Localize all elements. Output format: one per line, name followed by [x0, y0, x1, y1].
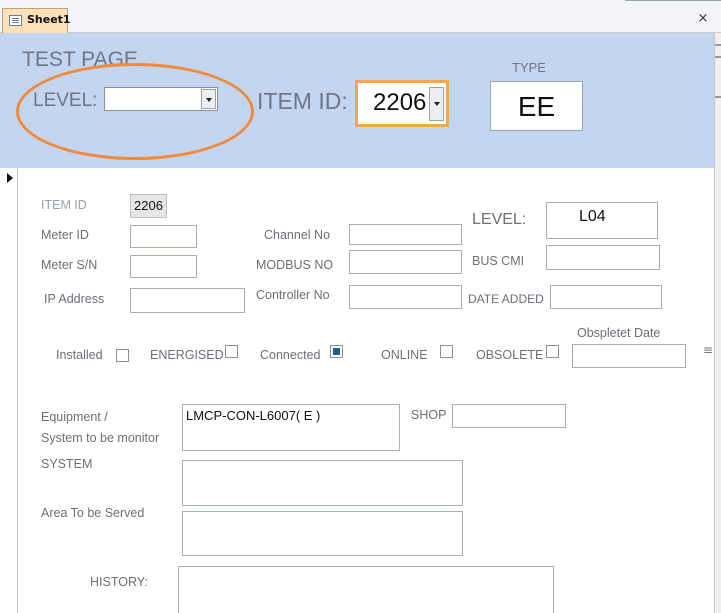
level-detail-field[interactable]: L04 — [546, 202, 658, 239]
obsolete-checkbox[interactable] — [546, 345, 559, 358]
tab-label: Sheet1 — [27, 13, 71, 26]
equipment-label-line2: System to be monitor — [41, 431, 160, 445]
scrollbar-mark — [715, 96, 721, 98]
meter-sn-label: Meter S/N — [41, 258, 98, 272]
scrollbar-mark — [715, 56, 721, 58]
modbus-no-label: MODBUS NO — [256, 258, 334, 272]
ip-address-label: IP Address — [44, 292, 105, 306]
obsolete-date-label: Obspletet Date — [577, 326, 661, 340]
shop-field[interactable] — [452, 404, 566, 428]
meter-id-field[interactable] — [130, 225, 197, 248]
meter-sn-field[interactable] — [130, 255, 197, 278]
history-field[interactable] — [178, 566, 554, 613]
vertical-scrollbar[interactable] — [714, 33, 721, 613]
form-tab-icon — [9, 15, 22, 26]
record-selector-arrow-icon[interactable] — [0, 168, 18, 613]
item-id-combo-value: 2206 — [373, 89, 427, 116]
modbus-no-field[interactable] — [349, 250, 462, 274]
system-label: SYSTEM — [41, 457, 93, 471]
meter-id-label: Meter ID — [41, 228, 89, 242]
shop-label: SHOP — [411, 408, 447, 422]
bus-cmi-field[interactable] — [546, 245, 660, 270]
equipment-field[interactable]: LMCP-CON-L6007( E ) — [182, 404, 400, 451]
controller-no-field[interactable] — [349, 285, 462, 309]
type-value: EE — [517, 91, 556, 122]
controller-no-label: Controller No — [256, 288, 330, 302]
tab-sheet1[interactable]: Sheet1 — [2, 8, 71, 33]
date-added-label: DATE ADDED — [468, 292, 544, 306]
type-field[interactable]: EE — [490, 81, 583, 131]
item-id-detail-field: 2206 — [130, 194, 167, 218]
document-tab-bar — [0, 0, 721, 33]
type-label: TYPE — [512, 60, 546, 75]
connected-label: Connected — [260, 348, 321, 362]
history-label: HISTORY: — [90, 575, 148, 589]
date-added-field[interactable] — [550, 285, 662, 309]
dropdown-arrow-icon[interactable] — [429, 87, 444, 121]
connected-checkbox[interactable] — [330, 345, 343, 358]
obsolete-label: OBSOLETE — [476, 348, 544, 362]
window-edge-line — [625, 0, 721, 1]
installed-label: Installed — [56, 348, 103, 362]
ip-address-field[interactable] — [130, 288, 245, 313]
level-detail-value: L04 — [579, 208, 606, 225]
obsolete-date-field[interactable] — [572, 344, 686, 368]
channel-no-label: Channel No — [264, 228, 331, 242]
online-label: ONLINE — [381, 348, 428, 362]
area-served-field[interactable] — [182, 511, 463, 556]
bus-cmi-label: BUS CMI — [472, 254, 525, 268]
item-id-label: ITEM ID: — [257, 88, 348, 114]
energised-checkbox[interactable] — [225, 345, 238, 358]
level-detail-label: LEVEL: — [472, 211, 527, 228]
area-served-label: Area To be Served — [41, 506, 145, 520]
energised-label: ENERGISED — [150, 348, 224, 362]
highlight-ellipse — [16, 63, 254, 160]
close-icon[interactable]: × — [696, 12, 710, 26]
scrollbar-mark — [715, 44, 721, 46]
channel-no-field[interactable] — [349, 224, 462, 245]
item-id-combo[interactable]: 2206 — [355, 80, 449, 127]
item-id-detail-label: ITEM ID — [41, 198, 87, 212]
resize-grip-icon[interactable]: ≡ — [702, 344, 714, 356]
online-checkbox[interactable] — [440, 345, 453, 358]
system-field[interactable] — [182, 460, 463, 506]
installed-checkbox[interactable] — [116, 349, 129, 362]
equipment-label-line1: Equipment / — [41, 410, 108, 424]
